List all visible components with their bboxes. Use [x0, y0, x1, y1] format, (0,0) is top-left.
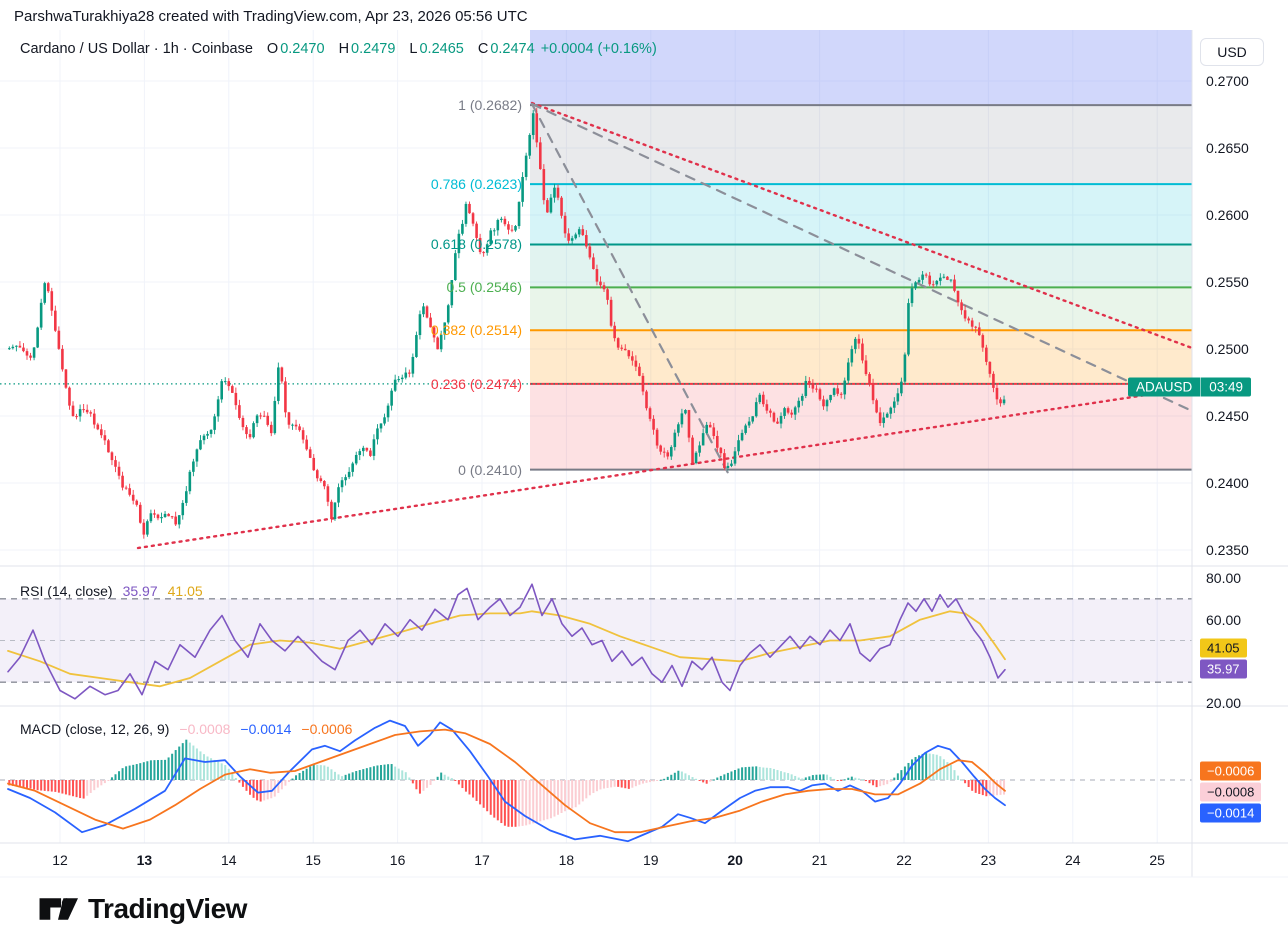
- time-axis-label[interactable]: 19: [643, 852, 659, 868]
- macd-legend-label[interactable]: MACD (close, 12, 26, 9): [20, 721, 169, 737]
- macd-signal-badge: −0.0006: [1200, 761, 1262, 781]
- price-scale-currency-button[interactable]: USD: [1200, 38, 1264, 66]
- macd-signal-value: −0.0006: [301, 721, 353, 737]
- price-scale-label: 0.2550: [1206, 274, 1249, 290]
- tradingview-logo-text: TradingView: [88, 893, 247, 924]
- price-scale-label: 0.2350: [1206, 542, 1249, 558]
- macd-hist-badge: −0.0008: [1200, 782, 1262, 802]
- symbol-badge-label: ADAUSD: [1136, 379, 1193, 395]
- countdown-timer: 03:49: [1209, 379, 1244, 395]
- time-axis-label[interactable]: 18: [559, 852, 575, 868]
- rsi-legend-label[interactable]: RSI (14, close): [20, 583, 113, 599]
- time-axis-label[interactable]: 22: [896, 852, 912, 868]
- rsi-scale-label: 20.00: [1206, 694, 1242, 711]
- rsi-legend[interactable]: RSI (14, close) 35.97 41.05: [20, 583, 203, 599]
- ohlc-close: C 0.2474: [477, 41, 535, 57]
- tradingview-snapshot: ParshwaTurakhiya28 created with TradingV…: [0, 0, 1288, 948]
- rsi-value-badge: 35.97: [1200, 659, 1247, 679]
- macd-legend[interactable]: MACD (close, 12, 26, 9) −0.0008 −0.0014 …: [20, 721, 352, 737]
- macd-value-badge: −0.0014: [1200, 803, 1262, 823]
- chart-legend-main[interactable]: Cardano / US Dollar · 1h · Coinbase O 0.2…: [20, 41, 657, 57]
- time-axis-label[interactable]: 14: [221, 852, 237, 868]
- time-axis-label[interactable]: 13: [137, 852, 153, 868]
- fib-level-label: 1 (0.2682): [458, 97, 522, 114]
- chart-canvas[interactable]: [0, 0, 1288, 948]
- fib-level-label: 0.786 (0.2623): [430, 176, 522, 193]
- tradingview-logo-icon: [39, 898, 78, 920]
- time-axis-label[interactable]: 16: [390, 852, 406, 868]
- price-scale-label: 0.2400: [1206, 475, 1249, 491]
- symbol-title[interactable]: Cardano / US Dollar · 1h · Coinbase: [20, 41, 253, 57]
- tradingview-logo[interactable]: TradingView: [38, 892, 247, 926]
- price-scale-label: 0.2450: [1206, 408, 1249, 424]
- rsi-ma-value: 41.05: [167, 583, 203, 599]
- time-axis-label[interactable]: 23: [981, 852, 997, 868]
- macd-signal-line: [7, 728, 1006, 834]
- fib-level-label: 0.618 (0.2578): [430, 236, 522, 253]
- price-change: +0.0004 (+0.16%): [540, 41, 657, 57]
- price-scale-label: 0.2650: [1206, 140, 1249, 156]
- time-axis-label[interactable]: 20: [727, 852, 743, 868]
- macd-hist-value: −0.0008: [179, 721, 231, 737]
- ohlc-high: H 0.2479: [338, 41, 396, 57]
- time-axis-label[interactable]: 24: [1065, 852, 1081, 868]
- ohlc-low: L 0.2465: [409, 41, 464, 57]
- price-scale-label: 0.2500: [1206, 341, 1249, 357]
- fib-level-label: 0.382 (0.2514): [430, 322, 522, 339]
- macd-histogram: [8, 739, 1006, 827]
- rsi-scale-label: 80.00: [1206, 570, 1242, 586]
- macd-line: [7, 719, 1006, 843]
- fib-level-label: 0 (0.2410): [458, 461, 522, 478]
- rsi-ma-badge: 41.05: [1200, 638, 1247, 658]
- symbol-price-badge: ADAUSD 03:49: [1128, 377, 1252, 397]
- fib-level-label: 0.5 (0.2546): [446, 279, 523, 296]
- price-scale-label: 0.2600: [1206, 207, 1249, 223]
- rsi-levels: [0, 598, 1192, 683]
- rsi-value: 35.97: [122, 583, 158, 599]
- macd-value: −0.0014: [240, 721, 292, 737]
- fib-level-label: 0.236 (0.2474): [430, 375, 522, 392]
- time-axis-label[interactable]: 15: [305, 852, 321, 868]
- time-axis-label[interactable]: 25: [1149, 852, 1165, 868]
- ohlc-open: O 0.2470: [266, 41, 325, 57]
- price-scale-label: 0.2700: [1206, 73, 1249, 89]
- rsi-scale-label: 60.00: [1206, 611, 1242, 628]
- time-axis-label[interactable]: 21: [812, 852, 828, 868]
- time-axis-label[interactable]: 12: [52, 852, 68, 868]
- time-axis-label[interactable]: 17: [474, 852, 490, 868]
